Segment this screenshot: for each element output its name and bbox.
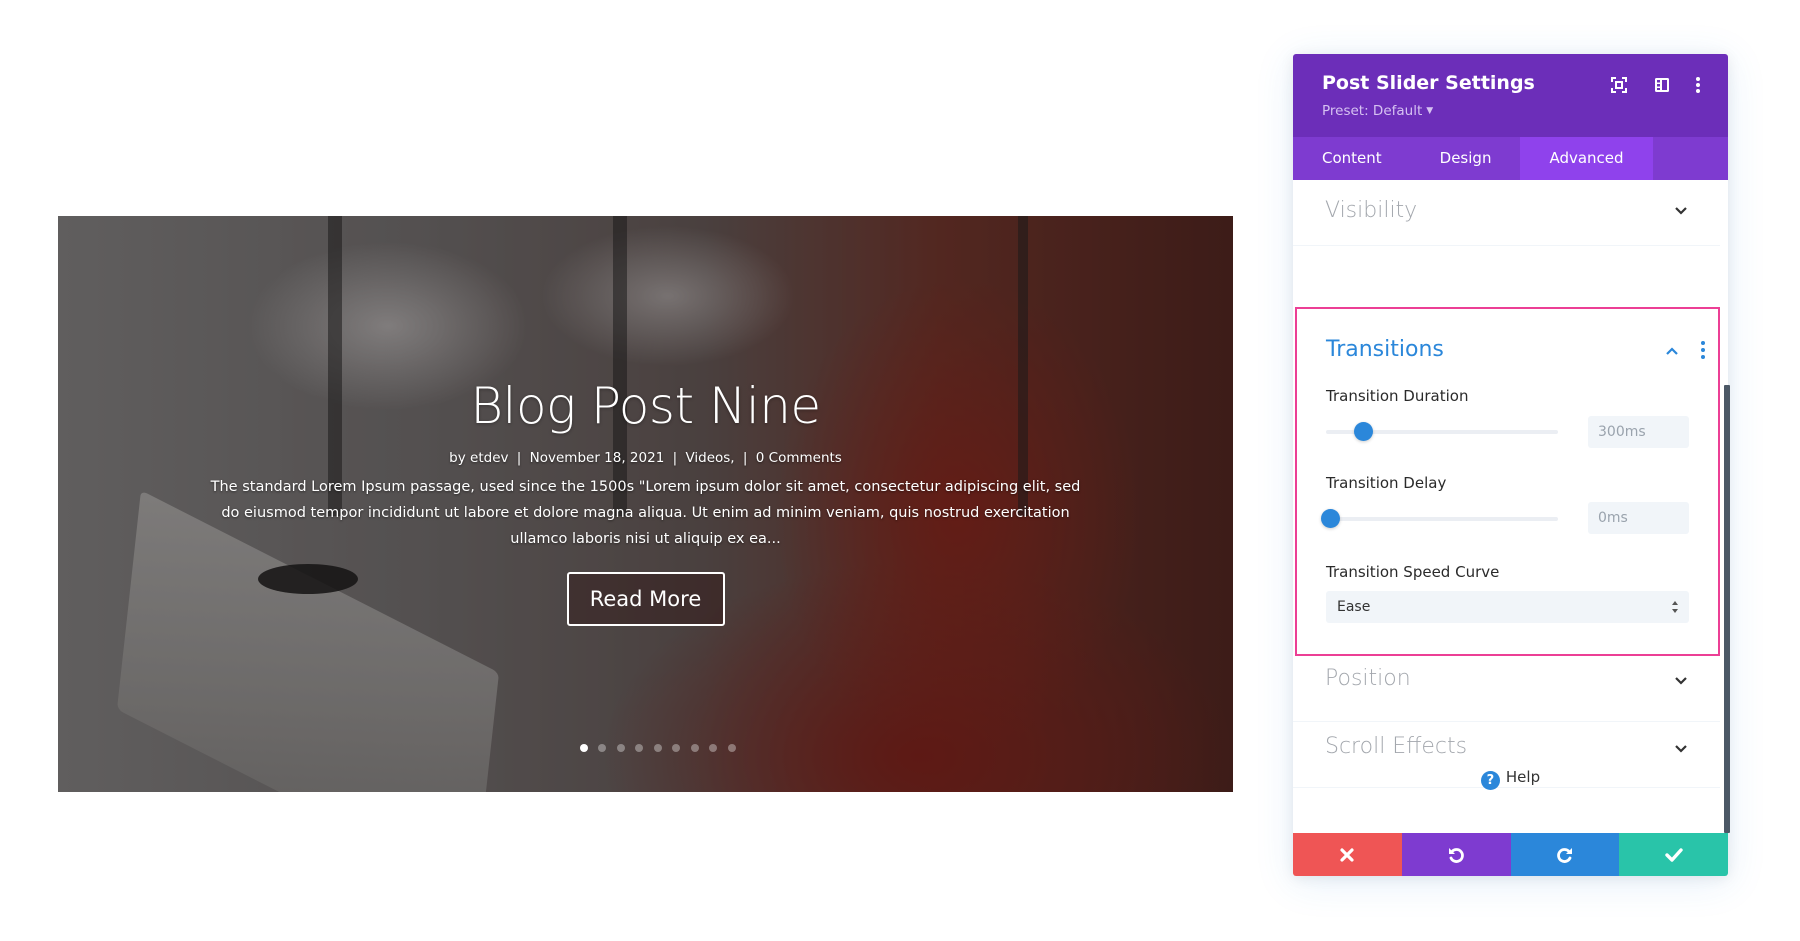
page: Blog Post Nine by etdev | November 18, 2…	[0, 0, 1800, 941]
redo-icon	[1557, 847, 1572, 863]
slider-handle[interactable]	[1320, 509, 1340, 528]
slider-dot[interactable]	[635, 744, 643, 752]
cancel-button[interactable]	[1293, 833, 1402, 876]
help-link[interactable]: ? Help	[1293, 768, 1728, 790]
select-value: Ease	[1337, 599, 1371, 615]
section-visibility[interactable]: Visibility	[1293, 180, 1720, 246]
meta-author[interactable]: etdev	[470, 450, 508, 466]
section-title: Scroll Effects	[1325, 734, 1468, 759]
transition-delay-label: Transition Delay	[1326, 474, 1447, 492]
meta-separator: |	[742, 450, 748, 466]
slide-title: Blog Post Nine	[470, 377, 821, 435]
transition-duration-input[interactable]	[1588, 416, 1689, 448]
select-arrows-icon	[1672, 601, 1678, 613]
meta-category[interactable]: Videos,	[685, 450, 734, 466]
panel-footer	[1293, 833, 1728, 876]
slider-dot[interactable]	[598, 744, 606, 752]
help-icon: ?	[1480, 771, 1500, 790]
transition-delay-input[interactable]	[1588, 502, 1689, 534]
slider-dot[interactable]	[672, 744, 680, 752]
transition-duration-label: Transition Duration	[1326, 387, 1469, 405]
transition-delay-slider[interactable]	[1320, 509, 1558, 529]
meta-date: November 18, 2021	[529, 450, 665, 466]
sidebar-layout-icon[interactable]	[1651, 74, 1673, 96]
transition-speed-curve-select[interactable]: Ease	[1326, 591, 1689, 623]
transition-duration-slider[interactable]	[1326, 422, 1558, 442]
help-label: Help	[1505, 768, 1541, 786]
undo-button[interactable]	[1401, 833, 1511, 876]
close-icon	[1340, 847, 1354, 862]
panel-scrollbar[interactable]	[1724, 385, 1730, 833]
fullscreen-icon[interactable]	[1608, 74, 1630, 96]
read-more-button[interactable]: Read More	[566, 572, 725, 626]
section-options-icon[interactable]	[1699, 340, 1707, 360]
slider-dot[interactable]	[727, 744, 736, 752]
tab-content[interactable]: Content	[1293, 137, 1411, 180]
slider-handle[interactable]	[1354, 422, 1374, 441]
chevron-down-icon[interactable]	[1674, 206, 1688, 216]
settings-panel: Post Slider Settings Preset: Default ▼ Co…	[1293, 54, 1730, 876]
slider-dot[interactable]	[579, 744, 588, 752]
slider-pagination	[70, 744, 1233, 752]
section-title: Position	[1325, 666, 1411, 691]
chevron-down-icon[interactable]	[1674, 676, 1688, 686]
meta-separator: |	[516, 450, 522, 466]
more-options-icon[interactable]	[1687, 74, 1709, 96]
meta-by: by	[449, 450, 466, 466]
panel-tabs: Content Design Advanced	[1293, 137, 1728, 180]
slider-dot[interactable]	[709, 744, 717, 752]
undo-icon	[1449, 847, 1464, 863]
transition-speed-curve-label: Transition Speed Curve	[1326, 563, 1500, 581]
slider-track	[1326, 517, 1558, 521]
post-meta: by etdev | November 18, 2021 | Videos, |…	[58, 448, 1233, 468]
check-icon	[1664, 847, 1683, 862]
preset-label: Preset: Default	[1322, 103, 1423, 119]
slide-content: Blog Post Nine by etdev | November 18, 2…	[58, 376, 1233, 626]
save-button[interactable]	[1619, 833, 1728, 876]
panel-header: Post Slider Settings Preset: Default ▼	[1293, 54, 1728, 137]
preset-dropdown[interactable]: Preset: Default ▼	[1322, 103, 1433, 119]
slide-excerpt: The standard Lorem Ipsum passage, used s…	[210, 479, 1081, 547]
slider-dot[interactable]	[616, 744, 625, 752]
post-slider: Blog Post Nine by etdev | November 18, 2…	[58, 216, 1233, 792]
tab-advanced[interactable]: Advanced	[1520, 137, 1653, 180]
section-title: Visibility	[1325, 198, 1418, 223]
section-position[interactable]: Position	[1293, 656, 1720, 722]
slider-dot[interactable]	[653, 744, 662, 752]
chevron-up-icon[interactable]	[1665, 346, 1679, 356]
panel-title: Post Slider Settings	[1322, 72, 1535, 94]
panel-body: Visibility Transitions Transition Durati…	[1293, 180, 1728, 833]
meta-comments[interactable]: 0 Comments	[756, 450, 842, 466]
section-title[interactable]: Transitions	[1326, 337, 1444, 362]
caret-down-icon: ▼	[1426, 106, 1434, 116]
section-transitions: Transitions Transition Duration Transiti…	[1295, 307, 1720, 656]
meta-separator: |	[672, 450, 678, 466]
slider-dot[interactable]	[690, 744, 699, 752]
chevron-down-icon[interactable]	[1674, 744, 1688, 754]
redo-button[interactable]	[1510, 833, 1620, 876]
tab-design[interactable]: Design	[1411, 137, 1521, 180]
